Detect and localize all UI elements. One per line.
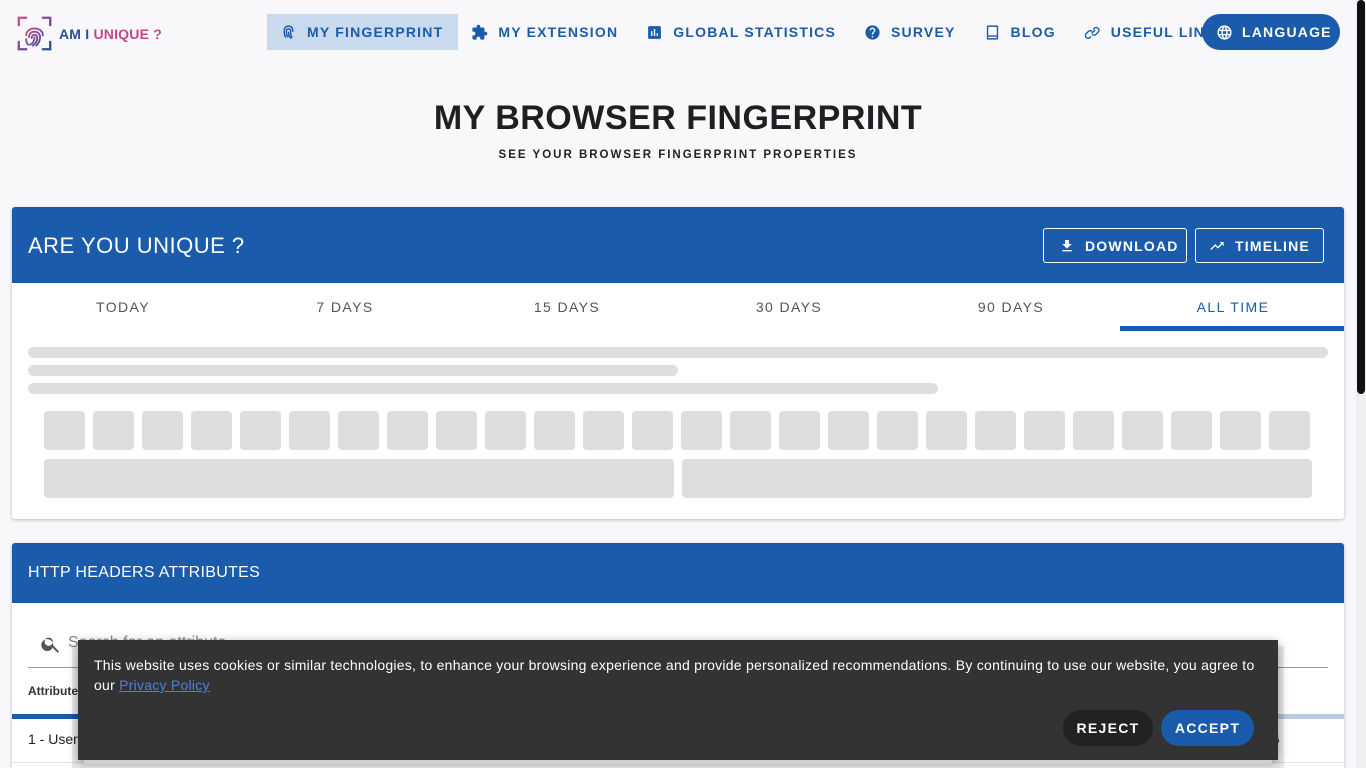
skeleton-chip (583, 411, 624, 450)
period-tabs: TODAY 7 DAYS 15 DAYS 30 DAYS 90 DAYS ALL… (12, 283, 1344, 331)
skeleton-chip (44, 411, 85, 450)
skeleton-chip (1122, 411, 1163, 450)
nav-label: GLOBAL STATISTICS (673, 24, 837, 40)
top-bar: AM I UNIQUE ? MY FINGERPRINT MY EXTENSIO… (0, 0, 1356, 66)
skeleton-chip (534, 411, 575, 450)
skeleton-chip (93, 411, 134, 450)
book-icon (986, 24, 998, 40)
tab-30-days[interactable]: 30 DAYS (678, 283, 900, 331)
link-icon (1084, 26, 1100, 39)
skeleton-block (44, 459, 674, 498)
globe-icon (1217, 24, 1232, 40)
fingerprint-logo-icon (17, 16, 52, 51)
skeleton-chip (877, 411, 918, 450)
timeline-button[interactable]: TIMELINE (1195, 228, 1324, 263)
skeleton-chip (926, 411, 967, 450)
skeleton-chip (1220, 411, 1261, 450)
uniqueness-card: ARE YOU UNIQUE ? DOWNLOAD TIMELINE TODAY… (12, 207, 1344, 519)
skeleton-chip (779, 411, 820, 450)
download-button[interactable]: DOWNLOAD (1043, 228, 1187, 263)
tab-90-days[interactable]: 90 DAYS (900, 283, 1122, 331)
cookie-banner: This website uses cookies or similar tec… (78, 640, 1278, 760)
nav-label: SURVEY (891, 24, 956, 40)
skeleton-chip (436, 411, 477, 450)
fingerprint-icon (283, 24, 294, 39)
skeleton-chip (142, 411, 183, 450)
uniqueness-card-title: ARE YOU UNIQUE ? (28, 233, 245, 258)
tab-7-days[interactable]: 7 DAYS (234, 283, 456, 331)
skeleton-chip (387, 411, 428, 450)
cookie-banner-edge (84, 760, 1272, 764)
trending-up-icon (1210, 241, 1224, 250)
nav-label: BLOG (1010, 24, 1056, 40)
skeleton-block (682, 459, 1312, 498)
skeleton-chip (485, 411, 526, 450)
table-cell-attribute: 1 - User (28, 731, 78, 747)
http-headers-title: HTTP HEADERS ATTRIBUTES (28, 564, 261, 581)
skeleton-line (28, 365, 678, 376)
bar-chart-icon (648, 25, 662, 39)
skeleton-chip (975, 411, 1016, 450)
puzzle-icon (472, 24, 488, 40)
skeleton-chip (1171, 411, 1212, 450)
site-logo[interactable]: AM I UNIQUE ? (16, 15, 162, 52)
privacy-policy-link[interactable]: Privacy Policy (119, 677, 210, 693)
skeleton-chip (1024, 411, 1065, 450)
language-label: LANGUAGE (1242, 24, 1332, 40)
nav-blog[interactable]: BLOG (971, 14, 1071, 50)
nav-my-extension[interactable]: MY EXTENSION (458, 14, 633, 50)
skeleton-chip-row (44, 411, 1310, 450)
download-icon (1062, 239, 1072, 251)
scrollbar-thumb[interactable] (1357, 0, 1365, 394)
page-subtitle: SEE YOUR BROWSER FINGERPRINT PROPERTIES (498, 149, 858, 161)
nav-my-fingerprint[interactable]: MY FINGERPRINT (267, 14, 459, 50)
tab-15-days[interactable]: 15 DAYS (456, 283, 678, 331)
nav-label: MY EXTENSION (498, 24, 619, 40)
skeleton-chip (681, 411, 722, 450)
skeleton-chip (289, 411, 330, 450)
skeleton-chip (1073, 411, 1114, 450)
search-icon (41, 637, 60, 653)
page-title: MY BROWSER FINGERPRINT (433, 99, 923, 137)
cookie-message: This website uses cookies or similar tec… (94, 657, 1255, 693)
skeleton-chip (730, 411, 771, 450)
reject-button[interactable]: REJECT (1063, 710, 1153, 746)
skeleton-chip (632, 411, 673, 450)
skeleton-chip (191, 411, 232, 450)
http-headers-card-header: HTTP HEADERS ATTRIBUTES (12, 543, 1344, 603)
nav-label: MY FINGERPRINT (307, 24, 444, 40)
column-header-attribute[interactable]: Attribute (28, 684, 78, 698)
site-name: AM I UNIQUE ? (59, 25, 162, 42)
help-circle-icon (865, 24, 880, 40)
skeleton-chip (828, 411, 869, 450)
uniqueness-card-header: ARE YOU UNIQUE ? DOWNLOAD TIMELINE (12, 207, 1344, 283)
timeline-label: TIMELINE (1235, 237, 1310, 254)
main-nav: MY FINGERPRINT MY EXTENSION GLOBAL STATI… (267, 14, 1242, 50)
tab-today[interactable]: TODAY (12, 283, 234, 331)
nav-survey[interactable]: SURVEY (851, 14, 971, 50)
skeleton-chip (240, 411, 281, 450)
tab-all-time[interactable]: ALL TIME (1120, 283, 1344, 331)
skeleton-line (28, 347, 1328, 358)
skeleton-line (28, 383, 938, 394)
language-button[interactable]: LANGUAGE (1202, 14, 1340, 50)
download-label: DOWNLOAD (1085, 237, 1179, 254)
accept-button[interactable]: ACCEPT (1161, 710, 1254, 746)
skeleton-chip (1269, 411, 1310, 450)
nav-global-statistics[interactable]: GLOBAL STATISTICS (633, 14, 851, 50)
skeleton-chip (338, 411, 379, 450)
